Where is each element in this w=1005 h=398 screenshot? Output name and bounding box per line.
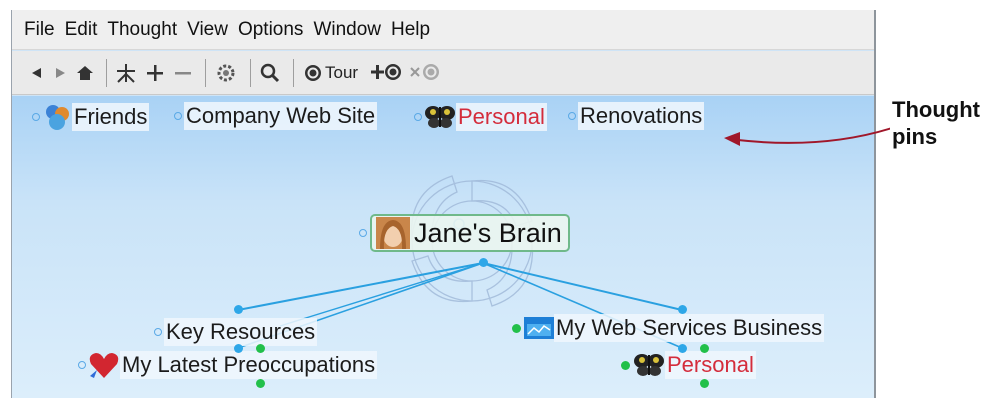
remove-tour-button[interactable]: [408, 58, 444, 88]
search-icon: [260, 63, 280, 82]
tour-button[interactable]: Tour: [304, 58, 358, 88]
pin-label: Personal: [456, 103, 547, 131]
tour-icon: [305, 64, 321, 81]
active-thought[interactable]: Jane's Brain: [370, 214, 570, 252]
toolbar-separator: [205, 58, 206, 87]
remove-thought-button[interactable]: [171, 58, 195, 88]
thought-gate: [512, 323, 521, 333]
thebrain-window: File Edit Thought View Options Window He…: [11, 10, 876, 398]
link-gate[interactable]: [700, 344, 709, 353]
toolbar: Tour: [12, 51, 874, 95]
child-label: Key Resources: [164, 318, 318, 346]
gear-icon: [217, 64, 235, 81]
child-label: Personal: [665, 351, 756, 379]
link-gate[interactable]: [256, 344, 265, 353]
search-button[interactable]: [257, 58, 283, 88]
pin-friends[interactable]: Friends: [32, 102, 150, 132]
annotation-callout: Thought pins: [892, 96, 980, 150]
link-gate[interactable]: [700, 379, 709, 388]
thought-gate: [78, 361, 86, 369]
thought-gate: [154, 328, 162, 336]
add-thought-button[interactable]: [143, 58, 167, 88]
active-thought-label: Jane's Brain: [414, 217, 562, 248]
people-icon: [46, 105, 69, 130]
menu-options[interactable]: Options: [238, 19, 303, 41]
toolbar-separator: [293, 58, 294, 87]
remove-tour-icon: [410, 63, 440, 80]
pin-label: Company Web Site: [184, 102, 378, 130]
home-button[interactable]: [74, 58, 96, 88]
pin-company-web-site[interactable]: Company Web Site: [174, 102, 378, 130]
pin-gate: [568, 112, 576, 120]
link-gate[interactable]: [678, 344, 687, 353]
annotation-line-2: pins: [892, 124, 938, 149]
menu-thought[interactable]: Thought: [107, 19, 177, 41]
plus-icon: [147, 64, 163, 81]
link-line: [279, 262, 484, 327]
menu-help[interactable]: Help: [391, 19, 430, 41]
pin-gate: [32, 113, 40, 121]
annotation-arrow: [724, 127, 890, 146]
face-photo-icon: [376, 217, 410, 249]
butterfly-icon: [634, 354, 664, 376]
forward-arrow-icon: [56, 67, 65, 78]
child-gate[interactable]: [479, 258, 488, 267]
brain-view-button[interactable]: [212, 58, 240, 88]
annotation-line-1: Thought: [892, 97, 980, 122]
minus-icon: [175, 71, 191, 74]
child-my-latest-preoccupations[interactable]: My Latest Preoccupations: [78, 350, 378, 380]
pin-renovations[interactable]: Renovations: [568, 102, 705, 130]
add-tour-icon: [371, 63, 402, 80]
menu-file[interactable]: File: [24, 19, 55, 41]
heart-icon: [89, 353, 119, 378]
butterfly-icon: [425, 106, 455, 128]
back-arrow-icon: [32, 67, 41, 78]
back-button[interactable]: [26, 58, 46, 88]
menu-view[interactable]: View: [187, 19, 228, 41]
add-tour-button[interactable]: [370, 58, 404, 88]
menu-edit[interactable]: Edit: [65, 19, 98, 41]
child-personal[interactable]: Personal: [621, 350, 756, 380]
network-icon: [117, 63, 135, 83]
child-my-web-services-business[interactable]: My Web Services Business: [512, 314, 825, 342]
link-gate[interactable]: [678, 305, 687, 314]
forward-button[interactable]: [50, 58, 70, 88]
pin-gate: [414, 113, 422, 121]
toolbar-separator: [106, 58, 107, 87]
link-gate[interactable]: [234, 305, 243, 314]
link-gate[interactable]: [234, 344, 243, 353]
pin-gate: [174, 112, 182, 120]
toolbar-separator: [250, 58, 251, 87]
tour-label: Tour: [325, 62, 359, 82]
child-label: My Web Services Business: [554, 314, 825, 342]
pin-personal[interactable]: Personal: [414, 102, 547, 132]
pin-label: Friends: [72, 103, 150, 131]
link-gate[interactable]: [256, 379, 265, 388]
link-line: [482, 262, 683, 311]
child-key-resources[interactable]: Key Resources: [154, 318, 318, 346]
home-icon: [77, 65, 93, 80]
child-label: My Latest Preoccupations: [120, 351, 378, 379]
menu-window[interactable]: Window: [313, 19, 381, 41]
link-thoughts-button[interactable]: [113, 58, 139, 88]
pin-label: Renovations: [578, 102, 705, 130]
web-icon: [524, 317, 554, 339]
thought-gate: [621, 360, 630, 370]
menu-bar: File Edit Thought View Options Window He…: [12, 10, 874, 50]
link-line: [237, 262, 484, 311]
jump-gate[interactable]: [359, 229, 367, 237]
